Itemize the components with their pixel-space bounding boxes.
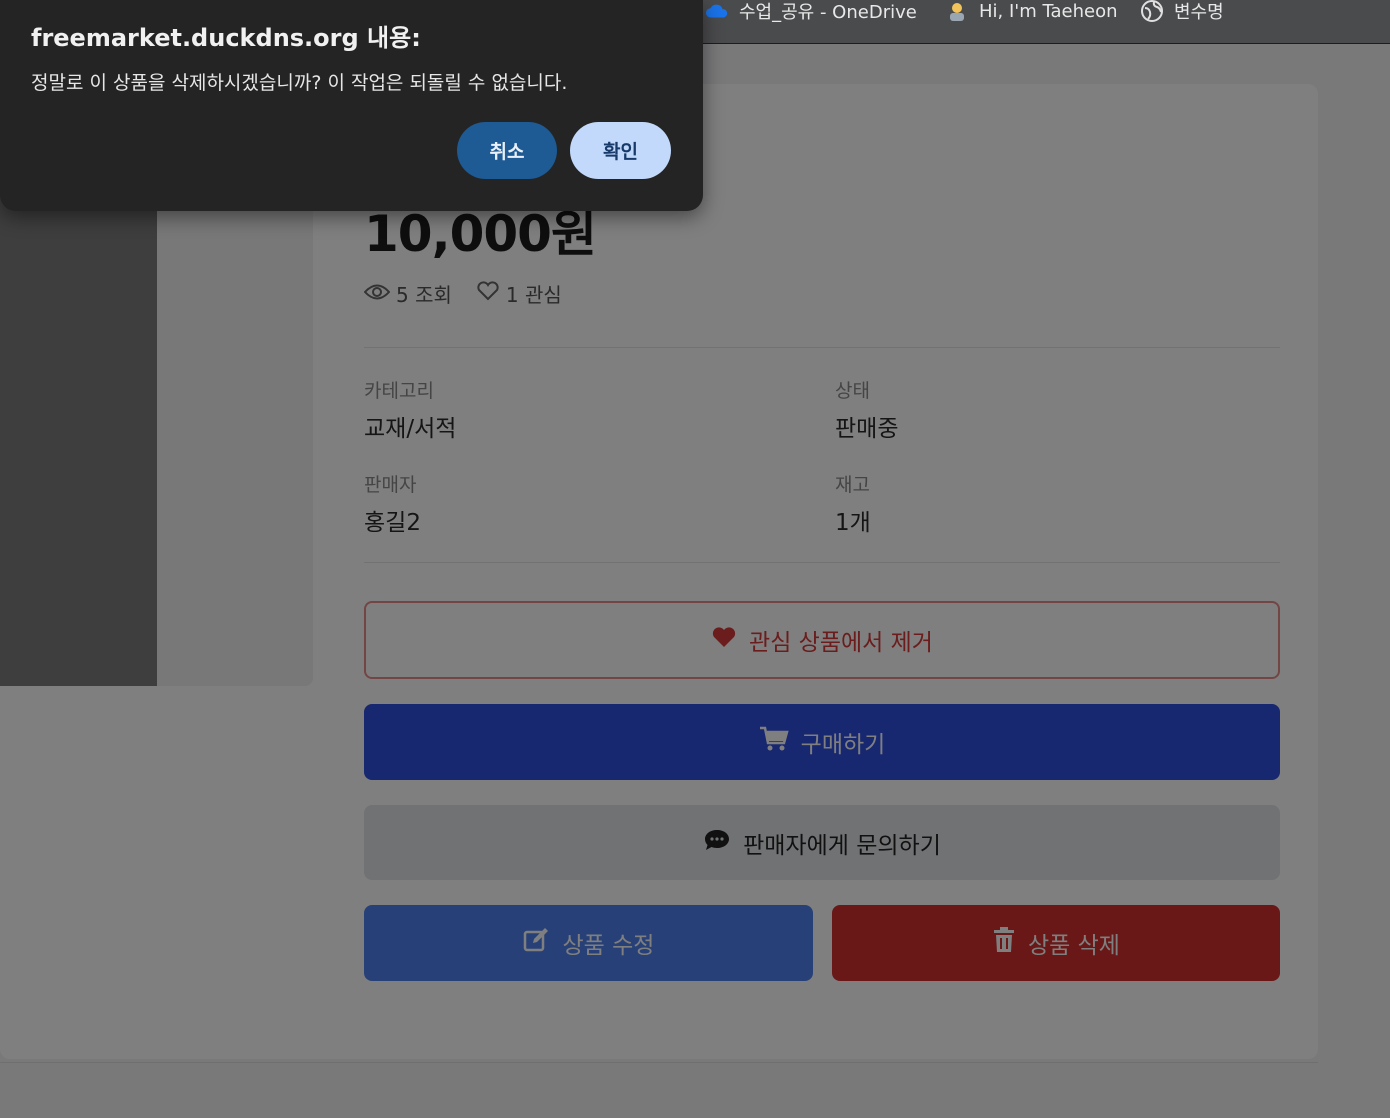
bookmark-label: Hi, I'm Taeheon (979, 0, 1118, 22)
person-icon (945, 1, 969, 21)
confirm-button[interactable]: 확인 (570, 122, 671, 179)
bookmark-taeheon[interactable]: Hi, I'm Taeheon (945, 0, 1118, 22)
cloud-icon (705, 1, 729, 21)
bookmark-label: 수업_공유 - OneDrive (739, 2, 917, 23)
globe-icon (1140, 0, 1164, 22)
dialog-message: 정말로 이 상품을 삭제하시겠습니까? 이 작업은 되돌릴 수 없습니다. (31, 72, 568, 94)
cancel-button[interactable]: 취소 (457, 122, 557, 179)
bookmark-onedrive[interactable]: 수업_공유 - OneDrive (705, 0, 917, 23)
dialog-title: freemarket.duckdns.org 내용: (31, 24, 421, 52)
confirm-dialog: freemarket.duckdns.org 내용: 정말로 이 상품을 삭제하… (0, 0, 703, 211)
bookmark-variable-names[interactable]: 변수명 (1140, 0, 1224, 23)
bookmark-label: 변수명 (1174, 2, 1224, 23)
